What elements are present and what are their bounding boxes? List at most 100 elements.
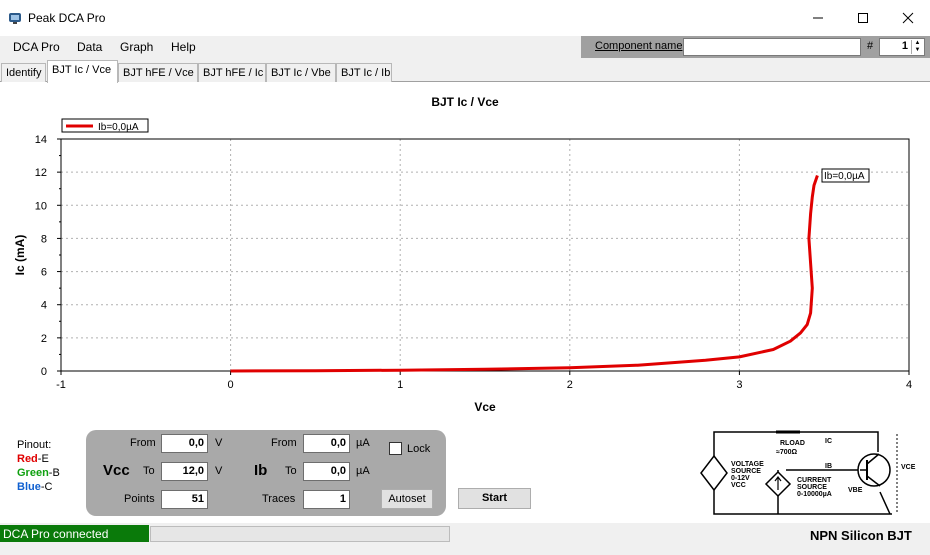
- menu-graph[interactable]: Graph: [120, 40, 153, 54]
- y-axis-label: Ic (mA): [13, 235, 27, 276]
- status-bar: DCA Pro connected NPN Silicon BJT: [0, 523, 930, 555]
- pinout: Pinout: Red-E Green-B Blue-C: [17, 438, 60, 494]
- ib-to-input[interactable]: 0,0: [303, 462, 350, 481]
- y-tick-label: 4: [41, 300, 47, 312]
- chart-title: BJT Ic / Vce: [431, 95, 499, 109]
- vs-line2: SOURCE: [731, 468, 761, 475]
- pin-label-c: -C: [40, 481, 53, 493]
- menu-help[interactable]: Help: [171, 40, 196, 54]
- ib-from-input[interactable]: 0,0: [303, 434, 350, 453]
- pin-color-green: Green: [17, 467, 49, 479]
- voltage-source-icon: [700, 454, 728, 492]
- x-tick-label: 0: [228, 379, 234, 391]
- chart-grid: [61, 139, 909, 371]
- series-line: [230, 175, 819, 373]
- tab-label: BJT Ic / Vce: [52, 64, 112, 76]
- pinout-red: Red-E: [17, 452, 60, 466]
- tab-bar: Identify BJT Ic / Vce BJT hFE / Vce BJT …: [0, 60, 930, 83]
- ib-from-unit: µA: [356, 437, 370, 449]
- vce-label: VCE: [901, 464, 916, 471]
- vcc-from-input[interactable]: 0,0: [161, 434, 208, 453]
- rload-value: ≈700Ω: [776, 449, 798, 456]
- y-tick-label: 0: [41, 366, 47, 378]
- tab-label: BJT hFE / Ic: [203, 67, 264, 79]
- cs-line3: 0-10000µA: [797, 491, 832, 498]
- tab-label: Identify: [6, 67, 42, 79]
- legend-label: Ib=0,0µA: [98, 122, 139, 133]
- x-tick-label: 1: [397, 379, 403, 391]
- pin-color-red: Red: [17, 453, 38, 465]
- x-tick-label: 3: [736, 379, 742, 391]
- lock-label: Lock: [407, 443, 431, 455]
- maximize-button[interactable]: [841, 4, 885, 32]
- pin-label-b: -B: [48, 467, 60, 479]
- pin-label-e: -E: [37, 453, 49, 465]
- cs-line2: SOURCE: [797, 484, 827, 491]
- minimize-button[interactable]: [796, 4, 840, 32]
- ib-to-label: To: [285, 465, 297, 477]
- vcc-from-unit: V: [215, 437, 223, 449]
- vcc-to-label: To: [143, 465, 155, 477]
- series-end-annotation: Ib=0,0µA: [821, 168, 870, 183]
- menu-dca-pro[interactable]: DCA Pro: [13, 40, 60, 54]
- vcc-from-label: From: [130, 437, 156, 449]
- component-number-stepper[interactable]: 1 ▲ ▼: [879, 38, 925, 56]
- vs-line4: VCC: [731, 482, 746, 489]
- ic-label: IC: [825, 438, 832, 445]
- tab-bjt-ic-vce[interactable]: BJT Ic / Vce: [47, 60, 118, 83]
- tab-bjt-hfe-vce[interactable]: BJT hFE / Vce: [118, 63, 198, 82]
- vcc-label: Vcc: [103, 462, 130, 479]
- ib-to-unit: µA: [356, 465, 370, 477]
- chart-series: [230, 175, 819, 373]
- component-name-input[interactable]: [683, 38, 861, 56]
- device-type: NPN Silicon BJT: [810, 528, 912, 543]
- chart-area: BJT Ic / Vce -1 0 1 2 3 4 0 2 4 6 8 10 12 14 Vce Ic (…: [0, 83, 930, 418]
- vs-line1: VOLTAGE: [731, 461, 764, 468]
- y-tick-label: 14: [35, 134, 47, 146]
- tab-label: BJT Ic / Vbe: [271, 67, 331, 79]
- y-tick-label: 6: [41, 267, 47, 279]
- app-icon: [9, 13, 21, 24]
- vcc-to-unit: V: [215, 465, 223, 477]
- minimize-icon: [813, 17, 823, 19]
- annotation-label: Ib=0,0µA: [824, 171, 865, 182]
- window-title: Peak DCA Pro: [28, 11, 106, 25]
- pin-color-blue: Blue: [17, 481, 41, 493]
- vs-line3: 0-12V: [731, 475, 750, 482]
- y-tick-label: 12: [35, 167, 47, 179]
- chart-legend: Ib=0,0µA: [61, 118, 149, 133]
- tab-identify[interactable]: Identify: [1, 63, 46, 82]
- x-tick-label: -1: [56, 379, 66, 391]
- ib-circuit-label: IB: [825, 463, 832, 470]
- rload-label: RLOAD: [780, 440, 805, 447]
- tab-bjt-ic-vbe[interactable]: BJT Ic / Vbe: [266, 63, 336, 82]
- pinout-title: Pinout:: [17, 439, 52, 451]
- x-tick-label: 4: [906, 379, 912, 391]
- autoset-button[interactable]: Autoset: [381, 489, 433, 509]
- current-source-icon: [764, 470, 792, 498]
- traces-label: Traces: [262, 493, 296, 505]
- close-icon: [902, 12, 914, 24]
- vbe-label: VBE: [848, 487, 863, 494]
- points-label: Points: [124, 493, 155, 505]
- tab-bjt-hfe-ic[interactable]: BJT hFE / Ic: [198, 63, 266, 82]
- close-button[interactable]: [886, 4, 930, 32]
- points-input[interactable]: 51: [161, 490, 208, 509]
- y-tick-label: 10: [35, 200, 47, 212]
- start-button[interactable]: Start: [458, 488, 531, 509]
- tab-bjt-ic-ib[interactable]: BJT Ic / Ib: [336, 63, 392, 82]
- maximize-icon: [858, 13, 868, 23]
- tab-label: BJT hFE / Vce: [123, 67, 194, 79]
- lock-checkbox[interactable]: [389, 442, 402, 455]
- transistor-icon: [857, 453, 891, 487]
- plot-frame: [60, 138, 910, 372]
- y-tick-label: 2: [41, 333, 47, 345]
- spin-arrows-icon[interactable]: ▲ ▼: [911, 40, 923, 54]
- sweep-settings-panel: From 0,0 V Vcc To 12,0 V Points 51 From …: [86, 430, 446, 516]
- traces-input[interactable]: 1: [303, 490, 350, 509]
- menu-data[interactable]: Data: [77, 40, 102, 54]
- title-bar: Peak DCA Pro: [0, 0, 930, 36]
- component-panel: Component name # 1 ▲ ▼: [581, 36, 930, 58]
- ib-label: Ib: [254, 462, 268, 479]
- vcc-to-input[interactable]: 12,0: [161, 462, 208, 481]
